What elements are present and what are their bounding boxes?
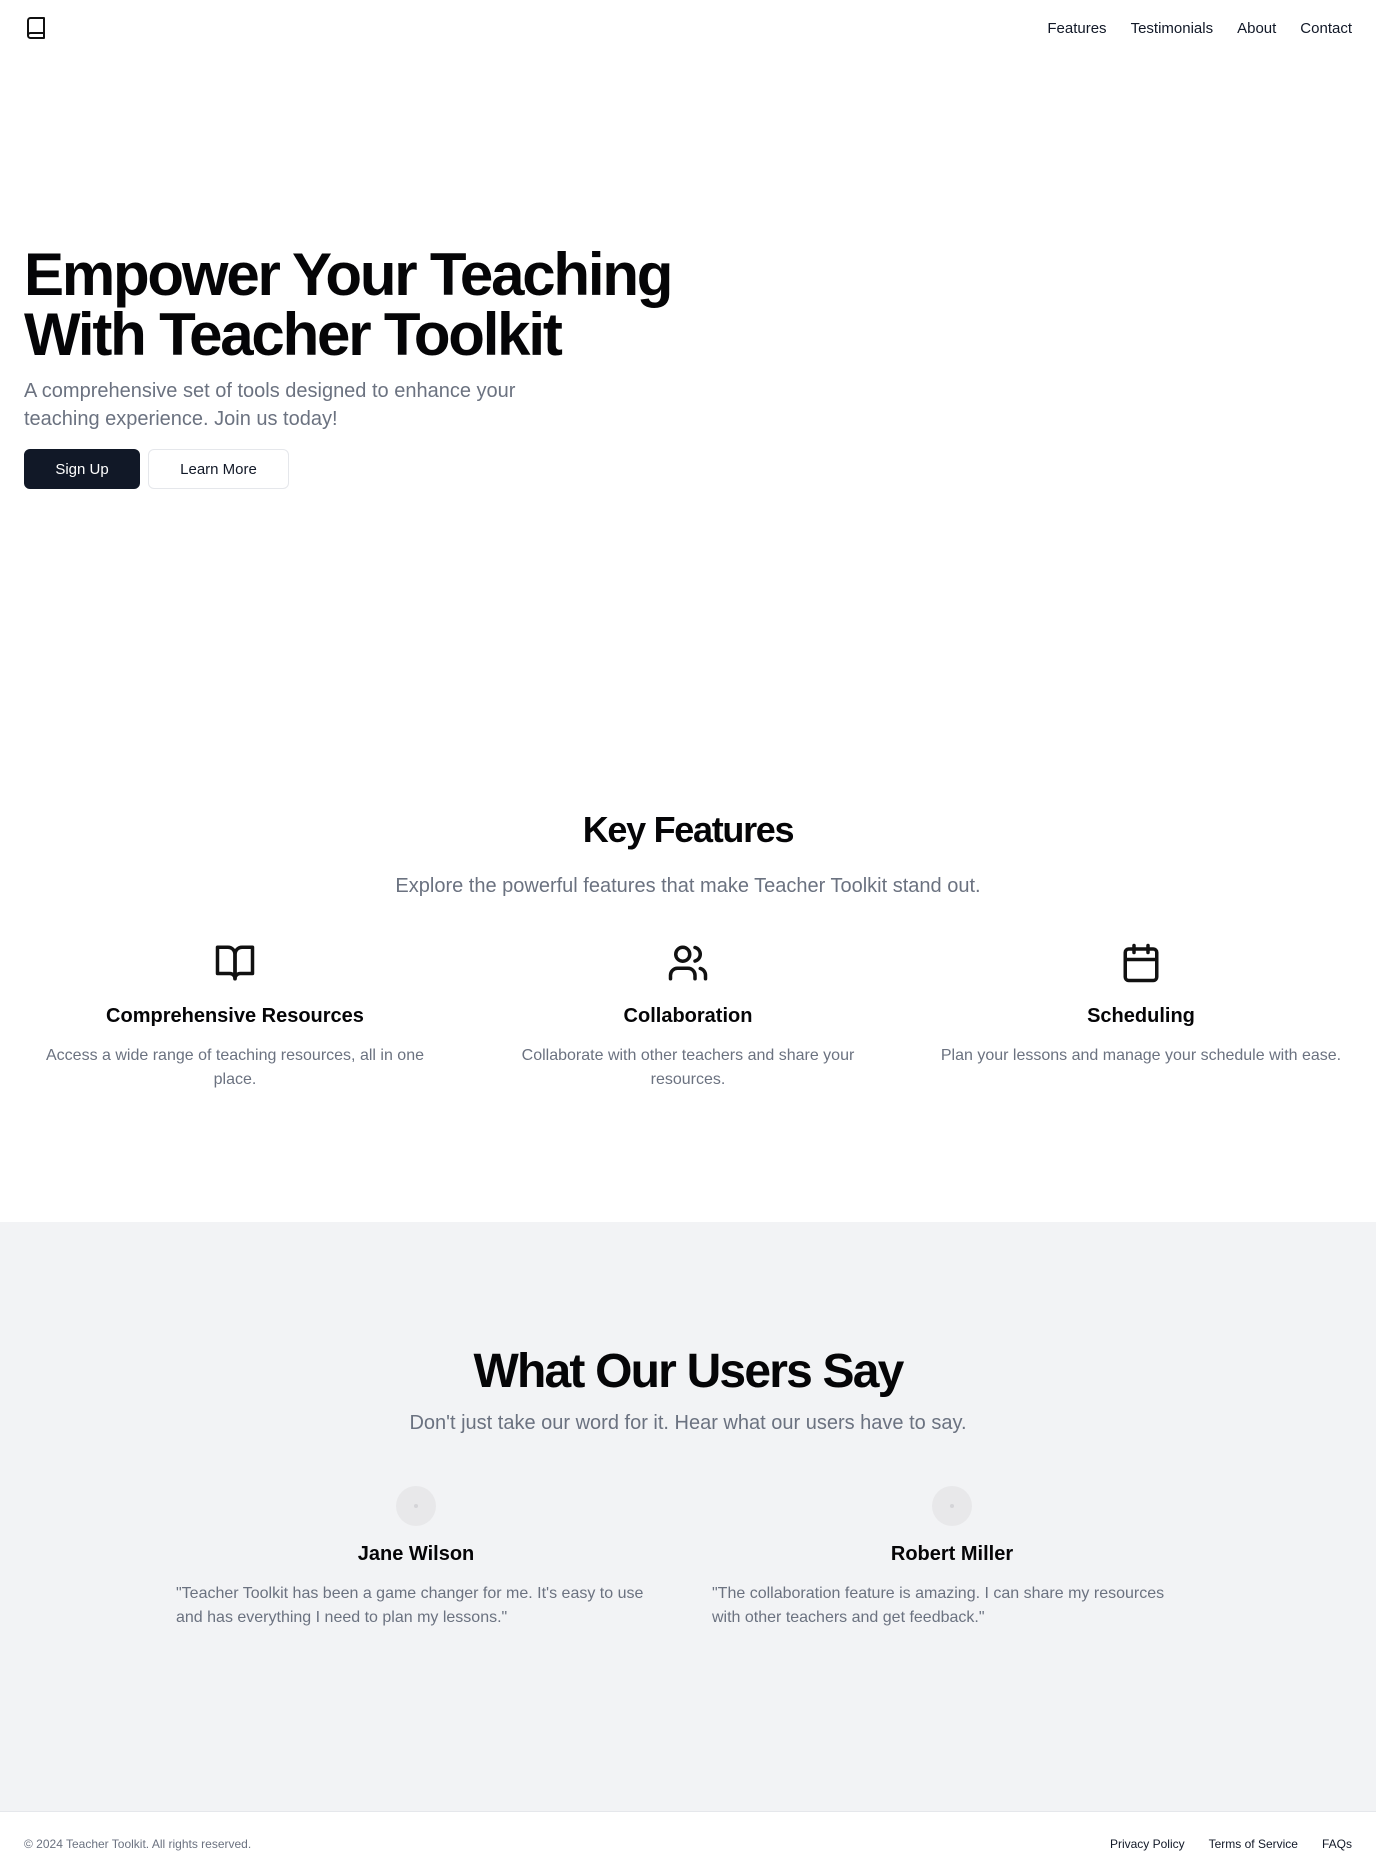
footer-link-terms[interactable]: Terms of Service [1209, 1837, 1298, 1851]
nav-link-testimonials[interactable]: Testimonials [1131, 20, 1214, 37]
testimonial-name: Robert Miller [890, 1543, 1014, 1565]
features-title: Key Features [582, 809, 795, 850]
footer-links: Privacy Policy Terms of Service FAQs [1110, 1837, 1352, 1851]
testimonial-card: Jane Wilson "Teacher Toolkit has been a … [176, 1486, 656, 1630]
nav-link-about[interactable]: About [1237, 20, 1276, 37]
site-footer: © 2024 Teacher Toolkit. All rights reser… [0, 1811, 1376, 1876]
book-icon[interactable] [24, 16, 48, 40]
sign-up-button[interactable]: Sign Up [24, 449, 140, 489]
footer-link-faqs[interactable]: FAQs [1322, 1837, 1352, 1851]
testimonial-quote: "The collaboration feature is amazing. I… [712, 1585, 1165, 1626]
hero-title-line1: Empower Your Teaching [24, 241, 673, 308]
hero-section: Empower Your Teaching With Teacher Toolk… [24, 245, 724, 489]
nav-link-contact[interactable]: Contact [1300, 20, 1352, 37]
testimonial-quote: "Teacher Toolkit has been a game changer… [176, 1585, 644, 1626]
testimonial-name: Jane Wilson [357, 1543, 475, 1565]
hero-title: Empower Your Teaching With Teacher Toolk… [24, 245, 724, 365]
site-header: Features Testimonials About Contact [0, 0, 1376, 56]
testimonials-section: What Our Users Say Don't just take our w… [0, 1222, 1376, 1812]
feature-card: Collaboration Collaborate with other tea… [477, 942, 899, 1092]
feature-title: Collaboration [623, 1005, 753, 1027]
footer-link-privacy[interactable]: Privacy Policy [1110, 1837, 1185, 1851]
main-nav: Features Testimonials About Contact [1047, 20, 1352, 37]
feature-description: Access a wide range of teaching resource… [46, 1047, 424, 1088]
feature-card: Comprehensive Resources Access a wide ra… [24, 942, 446, 1092]
calendar-icon [1123, 943, 1159, 983]
features-grid: Comprehensive Resources Access a wide ra… [0, 942, 1376, 1092]
feature-title: Scheduling [1087, 1005, 1195, 1027]
hero-title-line2: With Teacher Toolkit [24, 301, 563, 368]
learn-more-button[interactable]: Learn More [148, 449, 289, 489]
hero-subtitle: A comprehensive set of tools designed to… [24, 380, 516, 430]
hero-actions: Sign Up Learn More [24, 449, 724, 489]
feature-description: Plan your lessons and manage your schedu… [940, 1047, 1342, 1064]
testimonial-card: Robert Miller "The collaboration feature… [712, 1486, 1192, 1630]
nav-link-features[interactable]: Features [1047, 20, 1106, 37]
copyright-text: © 2024 Teacher Toolkit. All rights reser… [24, 1837, 252, 1851]
avatar [932, 1486, 972, 1526]
book-open-icon [215, 945, 255, 981]
feature-description: Collaborate with other teachers and shar… [521, 1047, 855, 1088]
users-icon [668, 945, 708, 981]
feature-title: Comprehensive Resources [106, 1005, 364, 1027]
testimonials-subtitle: Don't just take our word for it. Hear wh… [409, 1412, 967, 1434]
features-subtitle: Explore the powerful features that make … [395, 875, 981, 897]
testimonials-title: What Our Users Say [473, 1345, 904, 1398]
avatar [396, 1486, 436, 1526]
features-section: Key Features Explore the powerful featur… [0, 800, 1376, 1088]
feature-card: Scheduling Plan your lessons and manage … [930, 942, 1352, 1092]
